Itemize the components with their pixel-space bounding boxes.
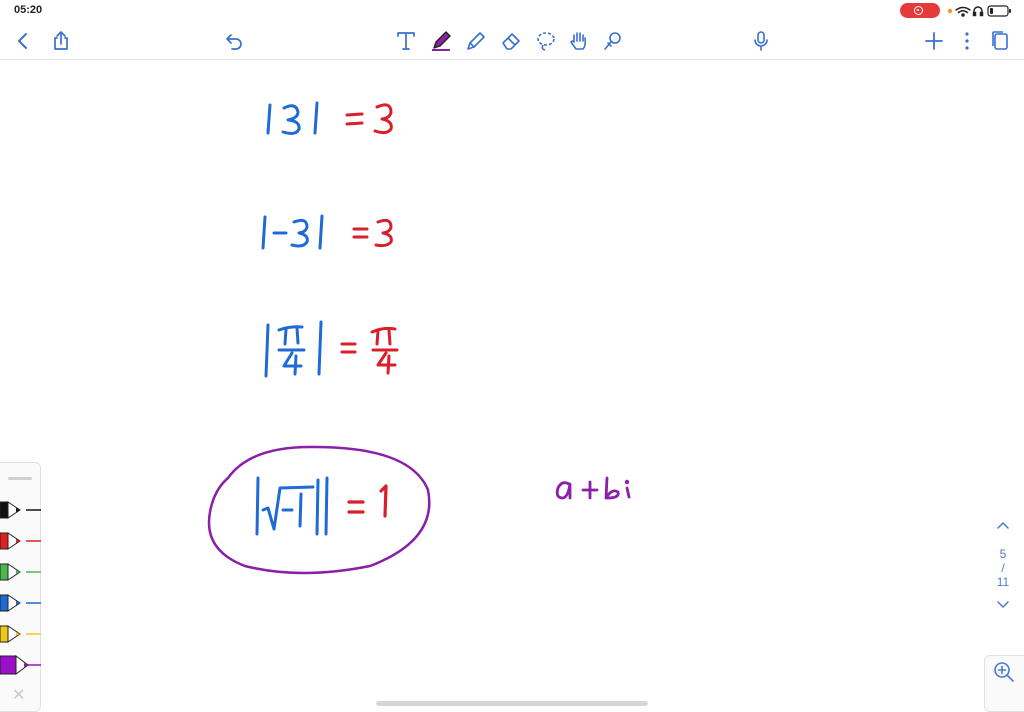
eraser-tool-icon bbox=[502, 33, 520, 50]
laser-pointer-button[interactable] bbox=[600, 28, 626, 54]
more-button[interactable] bbox=[954, 28, 980, 54]
purple-pen[interactable] bbox=[0, 654, 41, 676]
handwriting-eq-3-second bbox=[352, 218, 393, 248]
microphone-button[interactable] bbox=[748, 28, 774, 54]
home-indicator bbox=[376, 701, 648, 706]
battery-icon bbox=[987, 5, 1011, 17]
page-separator: / bbox=[1001, 561, 1005, 575]
hand-tool-button[interactable] bbox=[566, 28, 592, 54]
undo-button[interactable] bbox=[221, 28, 247, 54]
back-button[interactable] bbox=[10, 28, 36, 54]
highlighter-tool-icon bbox=[467, 32, 485, 50]
status-time: 05:20 bbox=[14, 4, 43, 16]
back-icon bbox=[18, 33, 27, 49]
share-button[interactable] bbox=[48, 28, 74, 54]
circle-annotation bbox=[207, 445, 431, 575]
status-icons bbox=[946, 4, 1012, 23]
pen-tool-icon bbox=[432, 31, 451, 51]
add-icon bbox=[925, 32, 943, 50]
headphones-icon bbox=[972, 6, 984, 17]
toolbar bbox=[0, 22, 1024, 60]
chevron-down-icon bbox=[997, 601, 1009, 609]
purple-pen-icon bbox=[0, 655, 41, 675]
lasso-tool-button[interactable] bbox=[533, 28, 559, 54]
tray-handle[interactable] bbox=[8, 477, 32, 480]
microphone-icon bbox=[754, 31, 768, 51]
handwriting-eq-1 bbox=[347, 484, 388, 518]
record-icon bbox=[914, 6, 923, 15]
lasso-tool-icon bbox=[537, 32, 555, 51]
green-pen[interactable] bbox=[0, 561, 41, 583]
zoom-in-icon bbox=[994, 662, 1014, 682]
handwriting-abs-neg-3 bbox=[261, 214, 324, 250]
pen-tray: ✕ bbox=[0, 462, 41, 712]
yellow-pen-icon bbox=[0, 625, 41, 643]
page-navigation: 5 / 11 bbox=[986, 515, 1020, 615]
handwriting-abs-pi-over-4 bbox=[264, 320, 323, 378]
pages-button[interactable] bbox=[987, 28, 1013, 54]
wifi-icon bbox=[955, 6, 971, 17]
handwriting-a-plus-bi bbox=[555, 476, 631, 500]
blue-pen[interactable] bbox=[0, 592, 41, 614]
chevron-up-icon bbox=[997, 521, 1009, 529]
add-button[interactable] bbox=[921, 28, 947, 54]
text-tool-button[interactable] bbox=[393, 28, 419, 54]
eraser-tool-button[interactable] bbox=[498, 28, 524, 54]
text-tool-icon bbox=[397, 32, 415, 50]
handwriting-eq-pi-over-4 bbox=[340, 326, 399, 375]
status-bar: 05:20 bbox=[0, 0, 1024, 22]
previous-page-button[interactable] bbox=[986, 515, 1020, 535]
handwriting-abs-sqrt-neg-1 bbox=[255, 476, 329, 536]
highlighter-tool-button[interactable] bbox=[463, 28, 489, 54]
handwriting-eq-3 bbox=[345, 103, 393, 135]
black-pen-icon bbox=[0, 501, 41, 519]
green-pen-icon bbox=[0, 563, 41, 581]
total-pages: 11 bbox=[996, 575, 1010, 589]
pen-tool-button[interactable] bbox=[428, 28, 454, 54]
more-icon bbox=[965, 32, 969, 50]
screen-recording-indicator bbox=[900, 3, 940, 18]
blue-pen-icon bbox=[0, 594, 41, 612]
zoom-panel bbox=[984, 655, 1024, 712]
yellow-pen[interactable] bbox=[0, 623, 41, 645]
zoom-in-button[interactable] bbox=[992, 660, 1016, 684]
black-pen[interactable] bbox=[0, 499, 41, 521]
red-pen-icon bbox=[0, 532, 41, 550]
pages-icon bbox=[992, 31, 1008, 50]
next-page-button[interactable] bbox=[986, 595, 1020, 615]
note-canvas[interactable] bbox=[0, 60, 1024, 712]
dot-icon bbox=[947, 8, 953, 14]
share-icon bbox=[54, 31, 68, 50]
handwriting-abs-3 bbox=[266, 101, 319, 135]
hand-tool-icon bbox=[570, 32, 587, 50]
close-icon[interactable]: ✕ bbox=[12, 685, 25, 705]
laser-pointer-icon bbox=[604, 32, 621, 50]
undo-icon bbox=[226, 34, 242, 50]
current-page: 5 bbox=[999, 547, 1007, 561]
red-pen[interactable] bbox=[0, 530, 41, 552]
